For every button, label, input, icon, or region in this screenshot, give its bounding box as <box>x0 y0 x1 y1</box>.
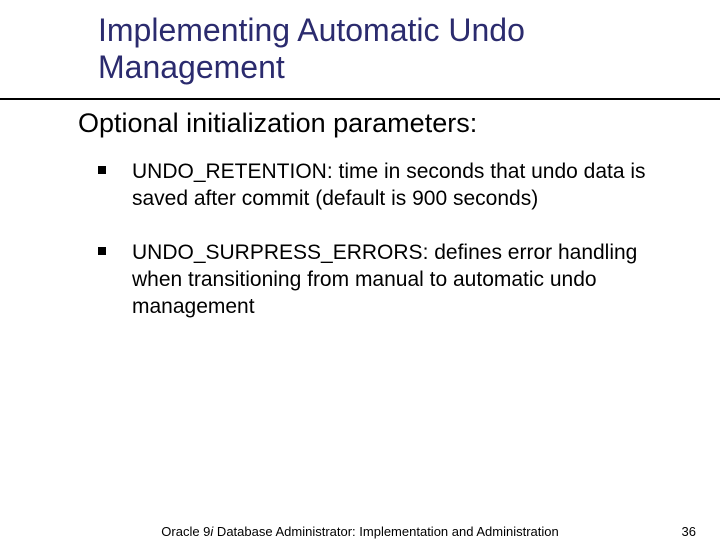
footer-product-prefix: Oracle 9 <box>161 524 210 539</box>
square-bullet-icon <box>98 247 106 255</box>
slide-subhead: Optional initialization parameters: <box>78 108 477 139</box>
page-number: 36 <box>682 524 696 539</box>
title-rule <box>0 98 720 100</box>
footer-caption: Oracle 9i Database Administrator: Implem… <box>0 524 720 539</box>
square-bullet-icon <box>98 166 106 174</box>
slide: Implementing Automatic Undo Management O… <box>0 0 720 540</box>
bullet-list: UNDO_RETENTION: time in seconds that und… <box>98 158 670 346</box>
list-item: UNDO_RETENTION: time in seconds that und… <box>98 158 670 213</box>
footer-product-suffix: Database Administrator: Implementation a… <box>213 524 558 539</box>
bullet-text: UNDO_SURPRESS_ERRORS: defines error hand… <box>132 239 670 321</box>
slide-title: Implementing Automatic Undo Management <box>98 12 660 86</box>
list-item: UNDO_SURPRESS_ERRORS: defines error hand… <box>98 239 670 321</box>
bullet-text: UNDO_RETENTION: time in seconds that und… <box>132 158 670 213</box>
